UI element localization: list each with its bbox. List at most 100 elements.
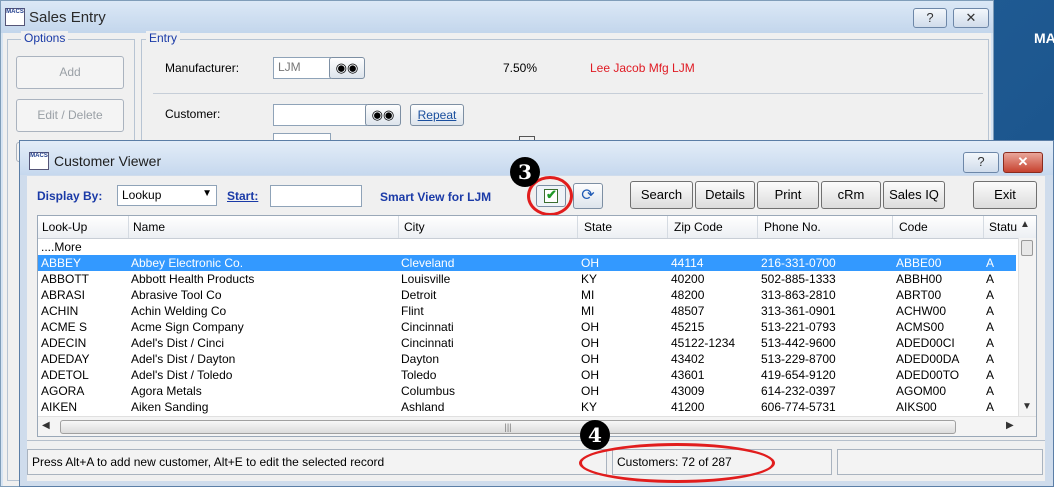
scroll-down-icon[interactable]: ▼ (1022, 401, 1032, 412)
display-by-select[interactable]: Lookup ▼ (117, 185, 217, 206)
scroll-up-icon[interactable]: ▲ (1020, 219, 1030, 230)
table-row[interactable]: AIKEN Aiken Sanding Ashland KY 41200 606-774-… (38, 399, 1016, 415)
column-divider (577, 216, 578, 238)
entry-legend: Entry (146, 31, 181, 45)
cell-phone: 513-229-8700 (761, 352, 836, 366)
horizontal-scroll-thumb[interactable]: ||| (60, 420, 956, 434)
repeat-button[interactable]: Repeat (410, 104, 464, 126)
cell-name: Aiken Sanding (131, 400, 209, 414)
vertical-scrollbar[interactable]: ▼ (1018, 238, 1036, 416)
add-button[interactable]: Add (16, 56, 124, 89)
column-header-city[interactable]: City (404, 220, 425, 234)
details-button[interactable]: Details (695, 181, 755, 209)
edit-delete-button[interactable]: Edit / Delete (16, 99, 124, 132)
cell-city: Toledo (401, 368, 437, 382)
customer-viewer-body: Display By: Lookup ▼ Start: Smart View f… (27, 157, 1045, 483)
print-button[interactable]: Print (757, 181, 819, 209)
table-row[interactable]: ABRASI Abrasive Tool Co Detroit MI 48200 313-… (38, 287, 1016, 303)
cell-state: OH (581, 384, 599, 398)
cell-name: Adel's Dist / Toledo (131, 368, 233, 382)
cell-city: Ashland (401, 400, 445, 414)
cell-state: OH (581, 256, 599, 270)
scroll-right-icon[interactable]: ▶ (1006, 420, 1014, 431)
column-header-zip[interactable]: Zip Code (674, 220, 723, 234)
table-row[interactable]: ABBOTT Abbott Health Products Louisville KY… (38, 271, 1016, 287)
cell-phone: 419-654-9120 (761, 368, 836, 382)
cell-zip: 48200 (671, 288, 705, 302)
cell-state: KY (581, 272, 598, 286)
table-row[interactable]: ADEDAY Adel's Dist / Dayton Dayton OH 43402 5… (38, 351, 1016, 367)
column-header-status[interactable]: Statu (989, 220, 1017, 234)
exit-button[interactable]: Exit (973, 181, 1037, 209)
macs-app-icon: MACS (29, 152, 49, 170)
cell-state: MI (581, 304, 595, 318)
desktop-icon-label[interactable]: MA (1034, 30, 1054, 46)
column-header-code[interactable]: Code (899, 220, 928, 234)
cell-phone: 614-232-0397 (761, 384, 836, 398)
customer-grid[interactable]: Look-Up Name City State Zip Code Phone N… (37, 215, 1037, 437)
status-bar-divider (27, 440, 1045, 447)
column-header-lookup[interactable]: Look-Up (42, 220, 87, 234)
table-row[interactable]: ACME S Acme Sign Company Cincinnati OH 45215… (38, 319, 1016, 335)
cell-state: OH (581, 352, 599, 366)
refresh-button[interactable]: ⟳ (573, 183, 603, 209)
cell-lookup: AGORA (41, 384, 85, 398)
cell-status: A (986, 304, 995, 318)
scroll-left-icon[interactable]: ◀ (42, 420, 50, 431)
cell-lookup: AIKEN (41, 400, 78, 414)
cell-city: Flint (401, 304, 424, 318)
table-row[interactable]: ABBEY Abbey Electronic Co. Cleveland OH 4411… (38, 255, 1016, 271)
column-header-name[interactable]: Name (133, 220, 165, 234)
cell-status: A (986, 400, 995, 414)
more-row[interactable]: ....More (38, 239, 1016, 255)
viewer-close-button[interactable]: ✕ (1003, 152, 1043, 173)
macs-app-icon: MACS (5, 8, 25, 26)
cell-phone: 513-221-0793 (761, 320, 836, 334)
cell-status: A (986, 272, 995, 286)
manufacturer-lookup-button[interactable]: ◉◉ (329, 57, 365, 79)
table-row[interactable]: ACHIN Achin Welding Co Flint MI 48507 313-361… (38, 303, 1016, 319)
cell-zip: 44114 (671, 256, 704, 270)
cell-status: A (986, 336, 995, 350)
horizontal-scrollbar[interactable]: ◀ ||| ▶ (38, 416, 1036, 436)
crm-button[interactable]: cRm (821, 181, 881, 209)
cell-status: A (986, 384, 995, 398)
sales-close-button[interactable]: ✕ (953, 8, 989, 28)
cell-zip: 43402 (671, 352, 705, 366)
viewer-help-button[interactable]: ? (963, 152, 999, 173)
callout-highlight-ring (579, 443, 775, 483)
cell-status: A (986, 368, 995, 382)
cell-zip: 43009 (671, 384, 705, 398)
smart-view-label: Smart View for LJM (380, 190, 492, 204)
cell-code: ADED00TO (896, 368, 960, 382)
column-header-state[interactable]: State (584, 220, 612, 234)
sales-iq-button[interactable]: Sales IQ (883, 181, 945, 209)
cell-name: Achin Welding Co (131, 304, 227, 318)
table-row[interactable]: ADETOL Adel's Dist / Toledo Toledo OH 43601 4… (38, 367, 1016, 383)
cell-lookup: ADECIN (41, 336, 87, 350)
cell-city: Cincinnati (401, 336, 454, 350)
vertical-scroll-thumb[interactable] (1021, 240, 1033, 256)
customer-input[interactable] (273, 104, 367, 126)
cell-status: A (986, 320, 995, 334)
table-row[interactable]: AGORA Agora Metals Columbus OH 43009 614-232-… (38, 383, 1016, 399)
column-divider (398, 216, 399, 238)
search-button[interactable]: Search (630, 181, 693, 209)
start-input[interactable] (270, 185, 362, 207)
cell-name: Abrasive Tool Co (131, 288, 222, 302)
binoculars-icon: ◉◉ (335, 60, 359, 75)
cell-status: A (986, 352, 995, 366)
cell-zip: 45215 (671, 320, 705, 334)
table-row[interactable]: ADECIN Adel's Dist / Cinci Cincinnati OH 451… (38, 335, 1016, 351)
sales-help-button[interactable]: ? (913, 8, 947, 28)
sales-entry-title-bar[interactable]: MACS Sales Entry ? ✕ (1, 1, 993, 33)
cell-lookup: ACME S (41, 320, 88, 334)
column-divider (667, 216, 668, 238)
customer-lookup-button[interactable]: ◉◉ (365, 104, 401, 126)
cell-city: Cleveland (401, 256, 455, 270)
column-header-phone[interactable]: Phone No. (764, 220, 821, 234)
manufacturer-name: Lee Jacob Mfg LJM (590, 61, 695, 75)
cell-code: AGOM00 (896, 384, 947, 398)
cell-zip: 45122-1234 (671, 336, 736, 350)
manufacturer-input[interactable]: LJM (273, 57, 331, 79)
